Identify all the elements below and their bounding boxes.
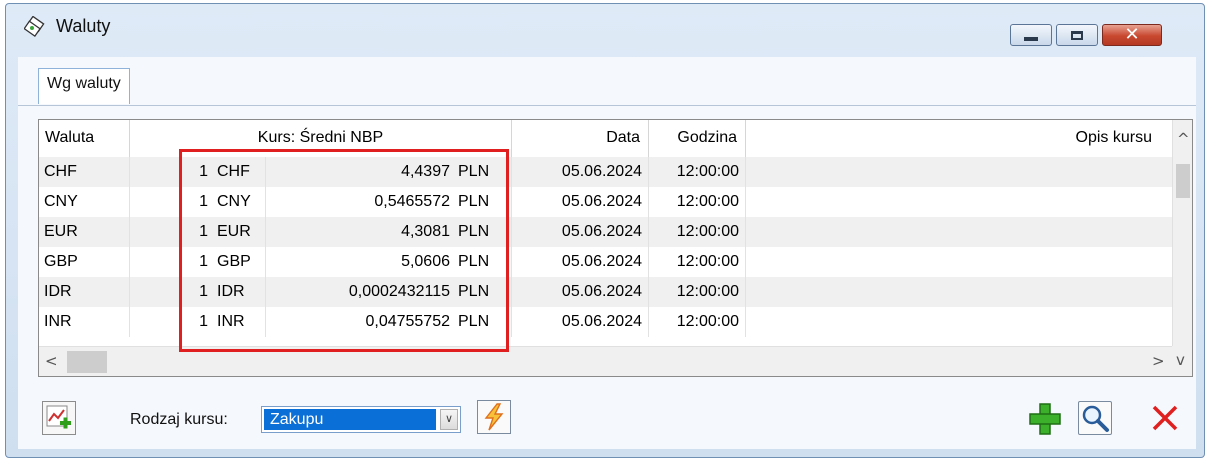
cell-code: GBP	[214, 247, 266, 277]
cell-rate: 5,0606	[401, 253, 450, 270]
magnifier-icon	[1082, 405, 1109, 432]
rate-kind-select[interactable]: Zakupu ∨	[261, 406, 461, 433]
cell-waluta: CNY	[39, 187, 130, 217]
cell-godzina: 12:00:00	[649, 187, 746, 217]
cell-godzina: 12:00:00	[649, 307, 746, 337]
cell-waluta: INR	[39, 307, 130, 337]
cell-data: 05.06.2024	[512, 217, 649, 247]
cell-opis	[746, 157, 1172, 187]
cell-opis	[746, 187, 1172, 217]
cell-data: 05.06.2024	[512, 307, 649, 337]
col-header-godzina[interactable]: Godzina	[649, 120, 746, 157]
cell-godzina: 12:00:00	[649, 247, 746, 277]
cell-godzina: 12:00:00	[649, 157, 746, 187]
vertical-scroll-thumb[interactable]	[1176, 164, 1190, 198]
table-row[interactable]: CNY 1 CNY 0,5465572 PLN 05.06.2024 12:00:00	[39, 187, 1172, 217]
cell-qty: 1	[199, 283, 208, 300]
cell-data: 05.06.2024	[512, 247, 649, 277]
table-row[interactable]: EUR 1 EUR 4,3081 PLN 05.06.2024 12:00:00	[39, 217, 1172, 247]
cell-rate: 4,4397	[401, 163, 450, 180]
title-bar[interactable]: Waluty ✕	[6, 4, 1204, 48]
cell-base: PLN	[454, 187, 512, 217]
col-header-waluta[interactable]: Waluta	[39, 120, 130, 157]
horizontal-scroll-thumb[interactable]	[67, 351, 107, 373]
cell-code: IDR	[214, 277, 266, 307]
minimize-icon	[1024, 37, 1038, 41]
cell-godzina: 12:00:00	[649, 217, 746, 247]
table-row[interactable]: GBP 1 GBP 5,0606 PLN 05.06.2024 12:00:00	[39, 247, 1172, 277]
cell-rate: 4,3081	[401, 223, 450, 240]
cell-qty: 1	[199, 193, 208, 210]
cell-qty: 1	[199, 253, 208, 270]
window-title: Waluty	[56, 16, 111, 36]
scroll-right-icon[interactable]: >	[1152, 352, 1165, 370]
bottom-toolbar: Rodzaj kursu: Zakupu ∨	[18, 387, 1196, 449]
grid-header: Waluta Kurs: Średni NBP Data Godzina Opi…	[39, 120, 1172, 158]
rate-kind-value: Zakupu	[264, 409, 436, 430]
cell-rate: 0,04755752	[365, 313, 450, 330]
table-row[interactable]: IDR 1 IDR 0,0002432115 PLN 05.06.2024 12:00:00	[39, 277, 1172, 307]
cell-opis	[746, 217, 1172, 247]
cell-waluta: CHF	[39, 157, 130, 187]
chevron-down-icon[interactable]: ∨	[440, 409, 458, 430]
cell-qty: 1	[199, 313, 208, 330]
cell-opis	[746, 247, 1172, 277]
cell-code: CHF	[214, 157, 266, 187]
client-area: Wg waluty Waluta Kurs: Średni NBP Data G…	[18, 57, 1196, 449]
cell-qty: 1	[199, 223, 208, 240]
search-button[interactable]	[1078, 401, 1112, 435]
cell-data: 05.06.2024	[512, 187, 649, 217]
cell-code: INR	[214, 307, 266, 337]
close-icon: ✕	[1124, 24, 1140, 45]
cell-qty: 1	[199, 163, 208, 180]
table-row[interactable]: INR 1 INR 0,04755752 PLN 05.06.2024 12:00:00	[39, 307, 1172, 337]
maximize-button[interactable]	[1056, 24, 1098, 46]
cell-data: 05.06.2024	[512, 157, 649, 187]
plus-icon	[1029, 403, 1061, 435]
cell-opis	[746, 277, 1172, 307]
cell-code: CNY	[214, 187, 266, 217]
col-header-data[interactable]: Data	[512, 120, 649, 157]
add-button[interactable]	[1027, 401, 1061, 435]
currency-icon	[24, 16, 45, 38]
minimize-button[interactable]	[1010, 24, 1052, 46]
scroll-up-icon[interactable]: ^	[1177, 130, 1190, 148]
cell-base: PLN	[454, 307, 512, 337]
cell-base: PLN	[454, 247, 512, 277]
cell-base: PLN	[454, 277, 512, 307]
currency-grid[interactable]: Waluta Kurs: Średni NBP Data Godzina Opi…	[38, 119, 1193, 377]
delete-button[interactable]	[1148, 401, 1182, 435]
cell-rate: 0,5465572	[374, 193, 450, 210]
tab-bar: Wg waluty	[18, 57, 1196, 106]
cell-waluta: EUR	[39, 217, 130, 247]
waluty-window: Waluty ✕ Wg waluty Waluta Kurs: Średni N…	[5, 3, 1205, 458]
cell-waluta: IDR	[39, 277, 130, 307]
cell-data: 05.06.2024	[512, 277, 649, 307]
chart-add-button[interactable]	[42, 401, 76, 435]
cell-code: EUR	[214, 217, 266, 247]
scroll-corner: v	[1172, 346, 1192, 376]
refresh-rates-button[interactable]	[477, 400, 511, 434]
tab-wg-waluty[interactable]: Wg waluty	[38, 68, 130, 104]
maximize-icon	[1071, 30, 1083, 40]
cell-godzina: 12:00:00	[649, 277, 746, 307]
col-header-opis[interactable]: Opis kursu	[746, 120, 1172, 157]
lightning-icon	[484, 403, 504, 431]
scroll-down-icon[interactable]: v	[1176, 351, 1185, 369]
table-row[interactable]: CHF 1 CHF 4,4397 PLN 05.06.2024 12:00:00	[39, 157, 1172, 187]
rate-kind-label: Rodzaj kursu:	[130, 411, 228, 428]
cell-base: PLN	[454, 157, 512, 187]
delete-x-icon	[1152, 405, 1178, 431]
cell-rate: 0,0002432115	[348, 283, 450, 300]
chart-add-icon	[46, 405, 71, 429]
cell-opis	[746, 307, 1172, 337]
cell-waluta: GBP	[39, 247, 130, 277]
vertical-scrollbar[interactable]: ^	[1172, 120, 1192, 346]
cell-base: PLN	[454, 217, 512, 247]
horizontal-scrollbar[interactable]: < >	[39, 346, 1172, 376]
scroll-left-icon[interactable]: <	[45, 352, 58, 370]
close-button[interactable]: ✕	[1102, 24, 1162, 46]
col-header-kurs[interactable]: Kurs: Średni NBP	[130, 120, 512, 157]
